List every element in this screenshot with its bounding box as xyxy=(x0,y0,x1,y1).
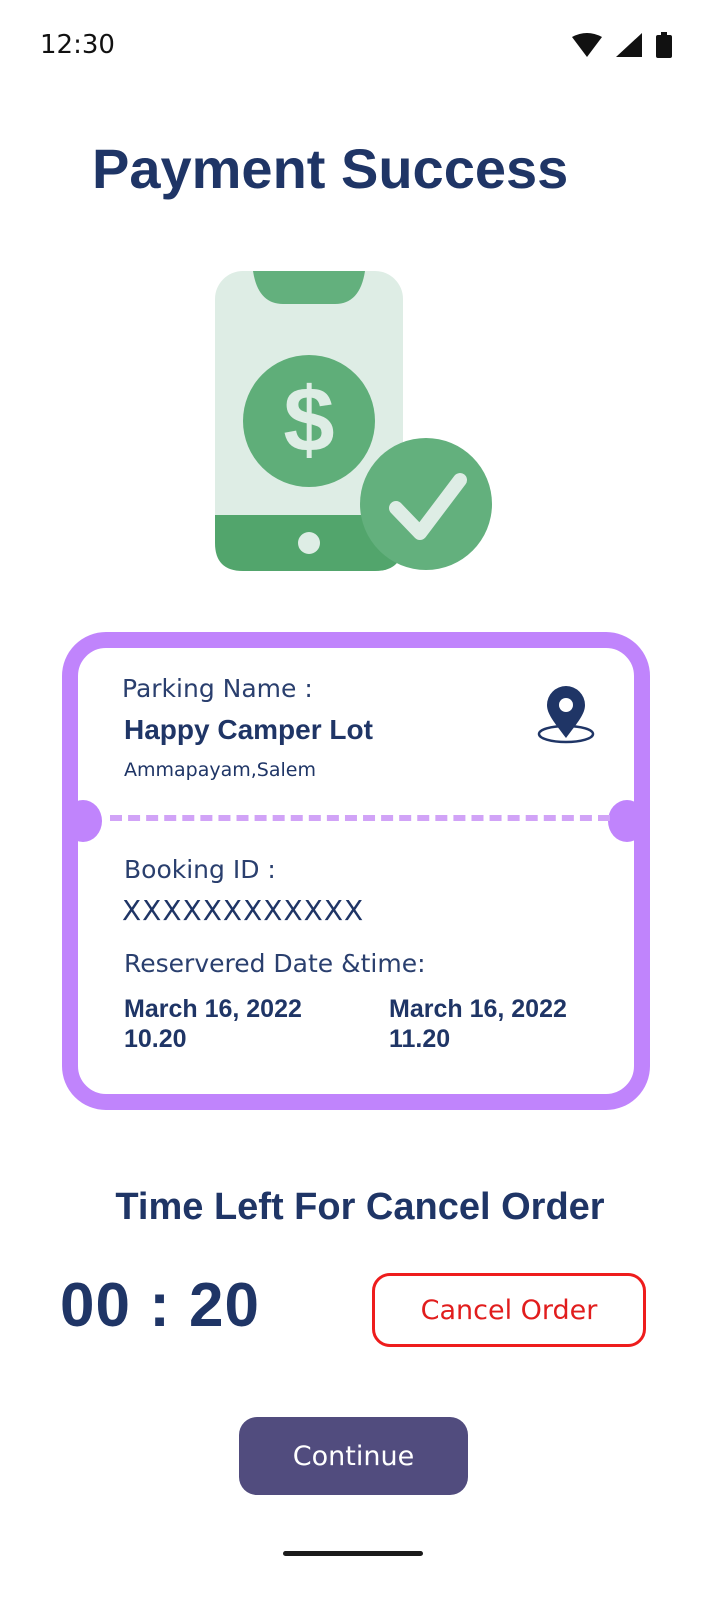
home-indicator[interactable] xyxy=(283,1551,423,1556)
reservation-end: March 16, 2022 11.20 xyxy=(389,994,567,1054)
battery-icon xyxy=(656,32,672,58)
booking-id: XXXXXXXXXXXX xyxy=(122,894,365,927)
status-time: 12:30 xyxy=(40,30,115,60)
page-title: Payment Success xyxy=(92,137,569,200)
booking-id-label: Booking ID : xyxy=(124,855,276,884)
reserved-datetime-label: Reservered Date &time: xyxy=(124,949,426,978)
parking-name: Happy Camper Lot xyxy=(124,714,373,745)
reservation-start: March 16, 2022 10.20 xyxy=(124,994,302,1054)
ticket-notch-left xyxy=(64,800,102,842)
start-time: 10.20 xyxy=(124,1025,187,1053)
start-date: March 16, 2022 xyxy=(124,995,302,1023)
status-icons xyxy=(572,32,672,58)
continue-button[interactable]: Continue xyxy=(239,1417,468,1495)
ticket-divider xyxy=(110,815,610,821)
cancel-order-button[interactable]: Cancel Order xyxy=(372,1273,646,1347)
end-date: March 16, 2022 xyxy=(389,995,567,1023)
signal-icon xyxy=(616,33,642,57)
cancel-countdown-timer: 00 : 20 xyxy=(60,1271,261,1340)
map-pin-icon[interactable] xyxy=(534,684,598,748)
phone-payment-success-icon: $ xyxy=(215,271,492,571)
ticket-notch-right xyxy=(608,800,646,842)
end-time: 11.20 xyxy=(389,1025,451,1053)
parking-name-label: Parking Name : xyxy=(122,674,313,703)
parking-location: Ammapayam,Salem xyxy=(124,759,316,781)
wifi-icon xyxy=(572,33,602,57)
cancel-countdown-heading: Time Left For Cancel Order xyxy=(115,1186,605,1228)
svg-text:$: $ xyxy=(283,369,334,471)
